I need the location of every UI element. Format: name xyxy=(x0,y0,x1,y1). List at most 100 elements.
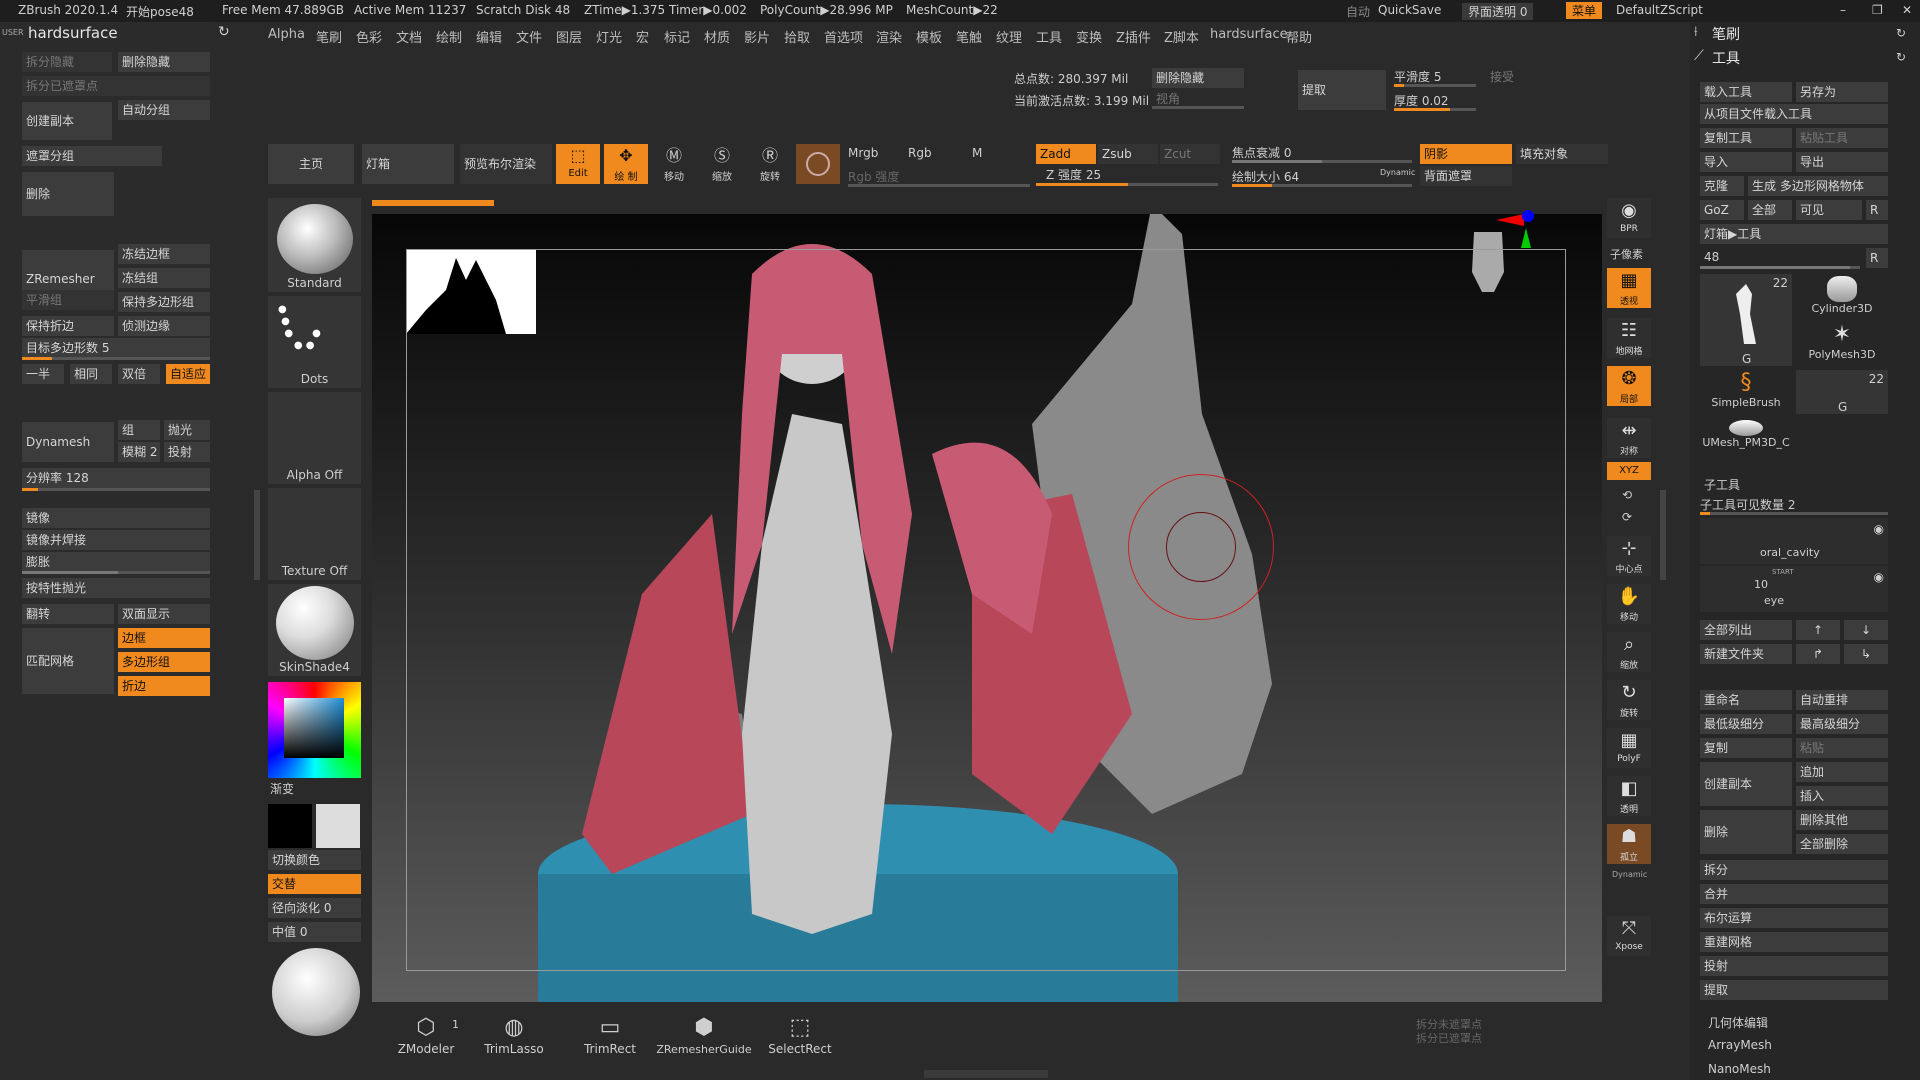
median-slider[interactable]: 中值 0 xyxy=(268,922,361,942)
extract-top-button[interactable]: 提取 xyxy=(1298,70,1386,110)
create-copy-button[interactable]: 创建副本 xyxy=(22,102,112,140)
insert-button[interactable]: 插入 xyxy=(1796,786,1888,806)
delete-right-button[interactable]: 删除 xyxy=(1700,810,1792,854)
project-button[interactable]: 投射 xyxy=(164,442,210,462)
duplicate-button[interactable]: 复制 xyxy=(1700,738,1792,758)
transparency-toggle[interactable]: ◧ 透明 xyxy=(1607,776,1651,816)
menu-light[interactable]: 灯光 xyxy=(596,27,622,46)
border-toggle[interactable]: 边框 xyxy=(118,628,210,648)
crease-toggle[interactable]: 折边 xyxy=(118,676,210,696)
trimrect-brush[interactable]: ▭ TrimRect xyxy=(570,1014,650,1058)
tool-r-button[interactable]: R xyxy=(1866,248,1888,268)
half-button[interactable]: 一半 xyxy=(22,364,64,384)
scale-toggle[interactable]: Ⓢ 缩放 xyxy=(700,144,744,184)
goz-button[interactable]: GoZ xyxy=(1700,200,1744,220)
polyframe-toggle[interactable]: ▦ PolyF xyxy=(1607,728,1651,768)
eye-visibility-icon[interactable]: ◉ xyxy=(1874,522,1884,536)
geometry-edit-menu[interactable]: 几何体编辑 xyxy=(1708,1014,1768,1031)
zcut-toggle[interactable]: Zcut xyxy=(1160,144,1220,164)
auto-group-button[interactable]: 自动分组 xyxy=(118,100,210,120)
thickness-track[interactable] xyxy=(1394,108,1476,111)
subtool-item-oral[interactable]: oral_cavity ◉ xyxy=(1700,518,1888,564)
nanomesh-menu[interactable]: NanoMesh xyxy=(1708,1062,1771,1076)
rotate-view-button[interactable]: ↻ 旋转 xyxy=(1607,680,1651,720)
save-as-button[interactable]: 另存为 xyxy=(1796,82,1888,102)
view-angle-slider[interactable]: 视角 xyxy=(1156,90,1180,107)
home-button[interactable]: 主页 xyxy=(268,144,354,184)
menu-macro[interactable]: 宏 xyxy=(636,27,649,46)
menu-stencil[interactable]: 模板 xyxy=(916,27,942,46)
accept-button[interactable]: 接受 xyxy=(1490,68,1514,85)
double-sided-button[interactable]: 双面显示 xyxy=(118,604,210,624)
view-sphere-icon[interactable] xyxy=(272,948,360,1036)
brush-standard-tile[interactable]: Standard xyxy=(268,198,361,292)
load-from-project-button[interactable]: 从项目文件载入工具 xyxy=(1700,104,1888,124)
texture-off-tile[interactable]: Texture Off xyxy=(268,488,361,580)
switch-color-button[interactable]: 切换颜色 xyxy=(268,850,361,870)
menu-hardsurface[interactable]: hardsurface xyxy=(1210,27,1288,42)
menu-stroke[interactable]: 笔触 xyxy=(956,27,982,46)
z-intensity-track[interactable] xyxy=(1036,183,1218,186)
zmodeler-brush[interactable]: ⬡ ZModeler 1 xyxy=(386,1014,466,1058)
menu-layer[interactable]: 图层 xyxy=(556,27,582,46)
make-polymesh-button[interactable]: 生成 多边形网格物体 xyxy=(1748,176,1888,196)
keep-crease-button[interactable]: 保持折边 xyxy=(22,316,114,336)
menu-transform[interactable]: 变换 xyxy=(1076,27,1102,46)
import-button[interactable]: 导入 xyxy=(1700,152,1792,172)
tool-count-slider[interactable]: 48 xyxy=(1704,250,1719,264)
boolean-menu[interactable]: 布尔运算 xyxy=(1700,908,1888,928)
freeze-group-button[interactable]: 冻结组 xyxy=(118,268,210,288)
simplebrush-tool[interactable]: § SimpleBrush xyxy=(1700,370,1792,414)
mrgb-toggle[interactable]: Mrgb xyxy=(848,146,878,160)
arrow-enter-icon[interactable]: ↳ xyxy=(1844,644,1888,664)
resolution-track[interactable] xyxy=(22,488,210,491)
local-toggle[interactable]: ❂ 局部 xyxy=(1607,366,1651,406)
blur-slider[interactable]: 模糊 2 xyxy=(118,442,160,462)
eye-visibility-icon-2[interactable]: ◉ xyxy=(1874,570,1884,584)
brush-palette-title[interactable]: 笔刷 xyxy=(1712,24,1740,44)
edit-toggle[interactable]: ⬚ Edit xyxy=(556,144,600,184)
split-menu[interactable]: 拆分 xyxy=(1700,860,1888,880)
polish-button[interactable]: 抛光 xyxy=(164,420,210,440)
list-all-button[interactable]: 全部列出 xyxy=(1700,620,1792,640)
freeze-border-button[interactable]: 冻结边框 xyxy=(118,244,210,264)
menu-file[interactable]: 文件 xyxy=(516,27,542,46)
copy-tool-button[interactable]: 复制工具 xyxy=(1700,128,1792,148)
move-toggle[interactable]: Ⓜ 移动 xyxy=(652,144,696,184)
radial-fade-slider[interactable]: 径向淡化 0 xyxy=(268,898,361,918)
arraymesh-menu[interactable]: ArrayMesh xyxy=(1708,1038,1772,1052)
paste-tool-button[interactable]: 粘贴工具 xyxy=(1796,128,1888,148)
menu-brush[interactable]: 笔刷 xyxy=(316,27,342,46)
maximize-icon[interactable]: ❐ xyxy=(1872,3,1883,17)
tool-thumb-current[interactable]: 22 G xyxy=(1700,274,1792,366)
split-masked-bottom[interactable]: 拆分已遮罩点 xyxy=(1416,1030,1482,1046)
goz-visible-button[interactable]: 可见 xyxy=(1796,200,1862,220)
subtool-item-eye[interactable]: START 10 eye ◉ xyxy=(1700,566,1888,612)
delete-hidden-top-button[interactable]: 删除隐藏 xyxy=(1152,68,1244,88)
menu-document[interactable]: 文档 xyxy=(396,27,422,46)
move-up-icon[interactable]: ↑ xyxy=(1796,620,1840,640)
center-point-button[interactable]: ⊹ 中心点 xyxy=(1607,536,1651,576)
menu-help[interactable]: 帮助 xyxy=(1286,27,1312,46)
tool-palette-title[interactable]: 工具 xyxy=(1712,48,1740,68)
xyz-toggle[interactable]: XYZ xyxy=(1607,462,1651,480)
lowest-subdiv-button[interactable]: 最低级细分 xyxy=(1700,714,1792,734)
project-menu[interactable]: 投射 xyxy=(1700,956,1888,976)
target-polycount-slider[interactable]: 目标多边形数 5 xyxy=(22,338,210,358)
load-tool-button[interactable]: 载入工具 xyxy=(1700,82,1792,102)
m-toggle[interactable]: M xyxy=(972,146,982,160)
polymesh3d-tool[interactable]: ✶ PolyMesh3D xyxy=(1796,322,1888,366)
tool-thumb-second[interactable]: 22 G xyxy=(1796,370,1888,414)
mirror-weld-button[interactable]: 镜像并焊接 xyxy=(22,530,210,550)
close-icon[interactable]: ✕ xyxy=(1902,3,1912,17)
view-angle-track[interactable] xyxy=(1152,106,1244,109)
menu-preferences[interactable]: 首选项 xyxy=(824,27,863,46)
inflate-slider[interactable]: 膨胀 xyxy=(22,552,210,572)
dynamic-toggle[interactable]: Dynamic xyxy=(1380,168,1415,177)
secondary-color-swatch[interactable] xyxy=(316,804,360,848)
menu-render[interactable]: 渲染 xyxy=(876,27,902,46)
highest-subdiv-button[interactable]: 最高级细分 xyxy=(1796,714,1888,734)
split-hidden-button[interactable]: 拆分隐藏 xyxy=(22,52,112,72)
color-picker-square[interactable] xyxy=(284,698,344,758)
goz-r-button[interactable]: R xyxy=(1866,200,1888,220)
